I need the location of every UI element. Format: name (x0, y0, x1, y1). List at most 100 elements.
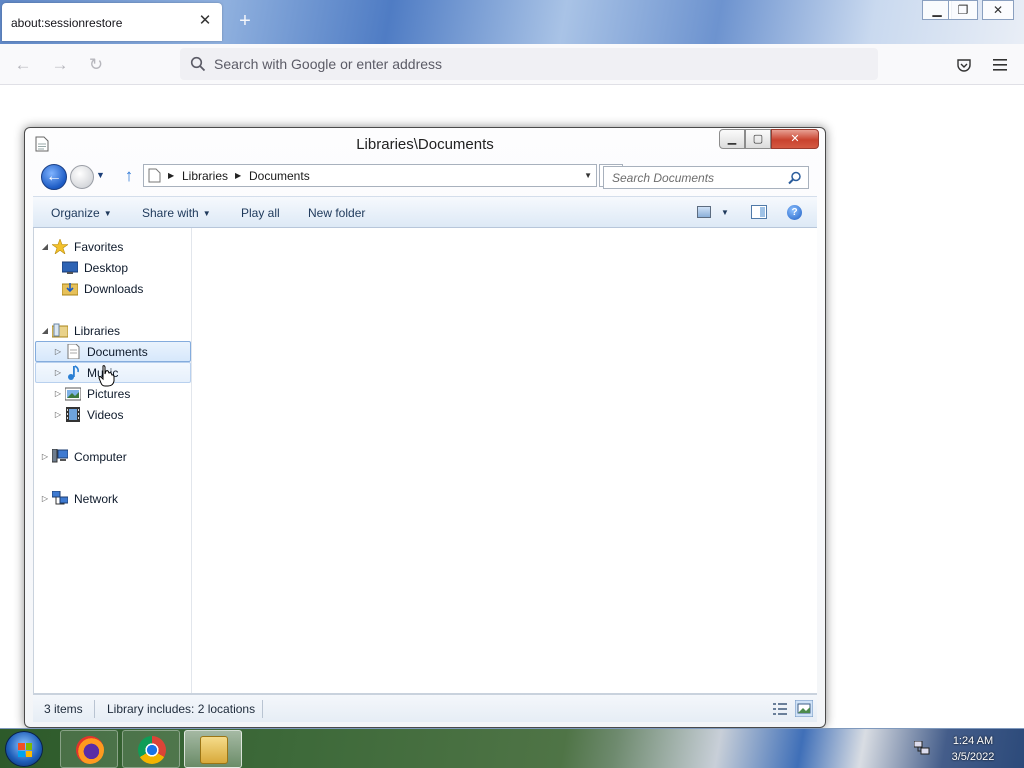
start-button[interactable] (5, 731, 43, 767)
new-folder-button[interactable]: New folder (308, 206, 365, 220)
nav-computer[interactable]: ▷ Computer (40, 446, 127, 467)
browser-restore-button[interactable]: ❐ (948, 0, 978, 20)
nav-computer-label: Computer (74, 449, 127, 464)
recent-pages-dropdown-icon[interactable]: ▼ (96, 170, 108, 182)
browser-toolbar: ← → ↻ (0, 44, 1024, 85)
collapsed-triangle-icon[interactable]: ▷ (53, 389, 63, 398)
videos-library-icon (66, 407, 80, 422)
collapsed-triangle-icon[interactable]: ▷ (53, 368, 63, 377)
explorer-window: Libraries\Documents ▁ ▢ ✕ ← ▼ ↑ ▶ Librar… (24, 127, 826, 728)
status-divider (94, 700, 95, 718)
up-arrow-icon[interactable]: ↑ (119, 166, 139, 186)
desktop-icon (62, 261, 78, 274)
expanded-triangle-icon[interactable]: ◢ (40, 326, 50, 335)
nav-desktop-label: Desktop (84, 260, 129, 275)
organize-label: Organize (51, 206, 100, 220)
change-view-icon[interactable] (697, 206, 711, 218)
search-icon (190, 56, 206, 72)
taskbar: 1:24 AM 3/5/2022 (0, 728, 1024, 768)
expanded-triangle-icon[interactable]: ◢ (40, 242, 50, 251)
search-box[interactable] (603, 166, 809, 189)
search-icon[interactable] (788, 171, 802, 185)
breadcrumb-libraries[interactable]: Libraries (182, 169, 228, 183)
forward-button[interactable]: → (49, 54, 71, 76)
nav-pictures-label: Pictures (87, 386, 131, 401)
large-icons-view-icon[interactable] (795, 700, 813, 717)
share-with-label: Share with (142, 206, 199, 220)
favorites-star-icon (52, 239, 68, 254)
nav-favorites-label: Favorites (74, 239, 124, 254)
new-tab-button[interactable]: + (234, 10, 256, 32)
share-with-button[interactable]: Share with ▼ (142, 206, 211, 220)
system-clock[interactable]: 1:24 AM 3/5/2022 (940, 733, 1006, 765)
libraries-icon (52, 323, 68, 338)
back-arrow-icon[interactable]: ← (41, 164, 67, 190)
explorer-titlebar[interactable]: Libraries\Documents ▁ ▢ ✕ (25, 128, 825, 160)
navigation-pane[interactable]: ◢ Favorites Desktop Downloads ◢ Librarie… (34, 228, 192, 693)
forward-arrow-icon[interactable] (70, 165, 94, 189)
pictures-library-icon (65, 387, 81, 401)
network-tray-icon[interactable] (914, 741, 930, 755)
taskbar-file-explorer[interactable] (184, 730, 242, 768)
url-bar[interactable] (180, 48, 878, 80)
collapsed-triangle-icon[interactable]: ▷ (53, 347, 63, 356)
documents-library-icon (67, 344, 80, 359)
browser-close-button[interactable]: ✕ (982, 0, 1014, 20)
caption-buttons: ▁ ▢ ✕ (719, 129, 819, 150)
nav-documents[interactable]: ▷ Documents (35, 341, 191, 362)
browser-tab-bar: about:sessionrestore ✕ + ▁ ❐ ✕ (0, 0, 1024, 44)
explorer-body: ◢ Favorites Desktop Downloads ◢ Librarie… (33, 228, 817, 694)
breadcrumb-arrow-icon[interactable]: ▶ (235, 171, 241, 180)
menu-icon[interactable] (989, 54, 1011, 76)
search-input[interactable] (612, 170, 782, 186)
breadcrumb-arrow-icon[interactable]: ▶ (168, 171, 174, 180)
downloads-folder-icon (62, 283, 78, 296)
pocket-icon[interactable] (953, 54, 975, 76)
explorer-minimize-button[interactable]: ▁ (719, 129, 745, 149)
file-list-pane[interactable] (193, 228, 817, 693)
browser-tab-title: about:sessionrestore (11, 16, 123, 30)
collapsed-triangle-icon[interactable]: ▷ (40, 494, 50, 503)
status-items-count: 3 items (44, 702, 83, 716)
nav-downloads[interactable]: Downloads (60, 278, 143, 299)
taskbar-firefox[interactable] (60, 730, 118, 768)
nav-network[interactable]: ▷ Network (40, 488, 118, 509)
chevron-down-icon: ▼ (103, 209, 112, 218)
windows-logo-icon (18, 743, 32, 757)
clock-date: 3/5/2022 (951, 751, 995, 763)
play-all-button[interactable]: Play all (241, 206, 280, 220)
view-options-dropdown-icon[interactable]: ▼ (721, 208, 729, 217)
browser-tab[interactable]: about:sessionrestore ✕ (2, 3, 222, 41)
file-explorer-icon (200, 736, 228, 764)
details-view-icon[interactable] (771, 700, 789, 717)
explorer-title: Libraries\Documents (356, 136, 494, 153)
nav-pictures[interactable]: ▷ Pictures (53, 383, 130, 404)
nav-libraries[interactable]: ◢ Libraries (40, 320, 120, 341)
help-icon[interactable]: ? (787, 205, 802, 220)
nav-downloads-label: Downloads (84, 281, 144, 296)
organize-button[interactable]: Organize ▼ (51, 206, 112, 220)
address-dropdown-icon[interactable]: ▼ (584, 171, 592, 180)
taskbar-chrome[interactable] (122, 730, 180, 768)
close-tab-icon[interactable]: ✕ (196, 12, 214, 30)
command-bar: Organize ▼ Share with ▼ Play all New folde… (33, 196, 817, 228)
collapsed-triangle-icon[interactable]: ▷ (53, 410, 63, 419)
url-input[interactable] (214, 55, 814, 73)
preview-pane-icon[interactable] (751, 205, 767, 219)
nav-desktop[interactable]: Desktop (60, 257, 128, 278)
nav-videos-label: Videos (87, 407, 124, 422)
nav-libraries-label: Libraries (74, 323, 121, 338)
explorer-maximize-button[interactable]: ▢ (745, 129, 771, 149)
nav-favorites[interactable]: ◢ Favorites (40, 236, 123, 257)
explorer-close-button[interactable]: ✕ (771, 129, 819, 149)
back-button[interactable]: ← (12, 54, 34, 76)
collapsed-triangle-icon[interactable]: ▷ (40, 452, 50, 461)
breadcrumb-documents[interactable]: Documents (249, 169, 310, 183)
clock-time: 1:24 AM (952, 735, 994, 747)
hand-cursor-icon (98, 365, 115, 387)
documents-library-icon (148, 168, 161, 183)
nav-videos[interactable]: ▷ Videos (53, 404, 123, 425)
address-bar[interactable]: ▶ Libraries ▶ Documents ▼ (143, 164, 597, 187)
reload-button[interactable]: ↻ (85, 54, 107, 76)
chevron-down-icon: ▼ (202, 209, 211, 218)
